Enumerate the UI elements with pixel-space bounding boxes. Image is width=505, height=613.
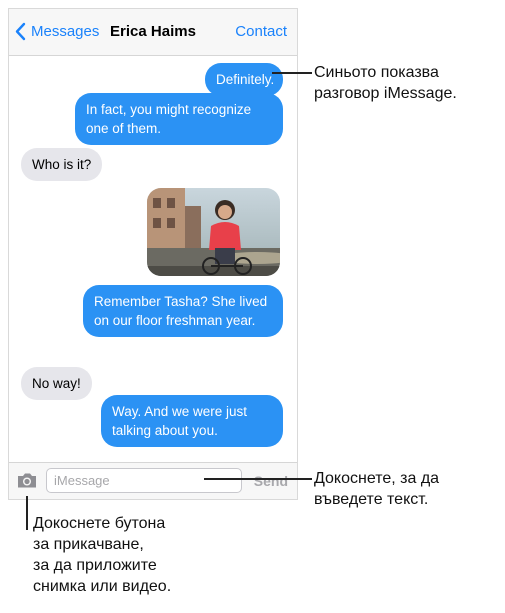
message-bubble-received[interactable]: No way! [21,367,92,400]
camera-icon [18,473,36,488]
callout-line-camera [26,496,28,530]
back-label: Messages [31,23,100,40]
callout-text: Докоснете бутона [33,515,166,532]
message-bubble-sent[interactable]: In fact, you might recognize one of them… [75,93,283,145]
message-input-field[interactable] [46,468,242,493]
callout-text: Докоснете, за да [314,470,440,487]
callout-imessage-blue: Синьото показва разговор iMessage. [314,62,457,104]
callout-text: за прикачване, [33,536,144,553]
message-input-bar: Send [9,462,297,499]
photo-message[interactable] [147,188,280,276]
attach-photo-button[interactable] [16,472,38,494]
message-bubble-received[interactable]: Who is it? [21,148,103,181]
message-bubble-sent[interactable]: Remember Tasha? She lived on our floor f… [83,285,283,337]
navigation-bar: Messages Erica Haims Contact [9,9,297,56]
callout-text: снимка или видео. [33,578,172,595]
callout-text: въведете текст. [314,491,429,508]
contact-button[interactable]: Contact [235,23,287,40]
back-button[interactable]: Messages [15,22,99,41]
callout-tap-to-type: Докоснете, за да въведете текст. [314,468,439,510]
messages-screen: Messages Erica Haims Contact Definitely.… [8,8,298,500]
message-bubble-sent[interactable]: Way. And we were just talking about you. [101,395,283,447]
callout-line-imessage [272,72,312,74]
callout-text: за да приложите [33,557,157,574]
chevron-left-icon [15,22,26,41]
callout-text: разговор iMessage. [314,85,457,102]
message-bubble-sent[interactable]: Definitely. [205,63,283,96]
callout-text: Синьото показва [314,64,439,81]
callout-attach-media: Докоснете бутона за прикачване, за да пр… [33,513,171,597]
callout-line-input [204,478,312,480]
photo-thumbnail-image [147,188,280,276]
send-button[interactable]: Send [254,473,288,489]
